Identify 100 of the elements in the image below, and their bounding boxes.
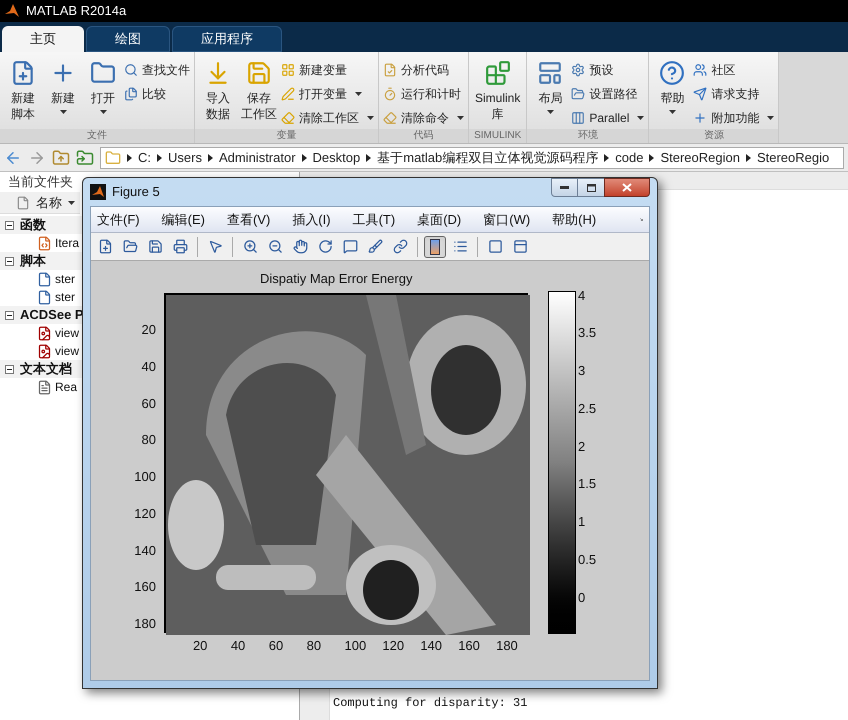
ribbon-small-button[interactable]: 请求支持 [693, 84, 774, 104]
tool-icon [122, 239, 138, 254]
ribbon-button[interactable]: 新建 脚本 [4, 60, 42, 122]
menu-item[interactable]: 窗口(W) [483, 210, 530, 230]
x-tick-label: 120 [382, 638, 404, 652]
separator-icon [208, 154, 213, 162]
path-segment[interactable]: Desktop [312, 148, 360, 168]
ribbon-small-icon [281, 111, 295, 125]
ribbon-small-button[interactable]: 清除命令 [383, 108, 464, 128]
caret-icon [637, 116, 644, 120]
ribbon-small-button[interactable]: 打开变量 [281, 84, 374, 104]
ribbon-small-button[interactable]: 查找文件 [124, 60, 190, 80]
ribbon-small-button[interactable]: 社区 [693, 60, 774, 80]
caret-icon [60, 110, 66, 114]
up-folder-icon[interactable] [52, 148, 70, 166]
menu-item[interactable]: 文件(F) [97, 210, 140, 230]
path-segment[interactable]: Administrator [218, 148, 296, 168]
ribbon-tab[interactable]: 绘图 [86, 26, 170, 52]
ribbon-small-button[interactable]: 分析代码 [383, 60, 464, 80]
panel-title: 当前文件夹 [8, 173, 73, 192]
menu-item[interactable]: 插入(I) [292, 210, 331, 230]
collapse-icon[interactable] [5, 256, 14, 266]
separator-icon [746, 154, 751, 162]
ribbon-small-icon [571, 87, 586, 101]
collapse-icon[interactable] [5, 364, 14, 374]
tool-icon [318, 239, 332, 254]
group-label: 变量 [276, 131, 296, 141]
ribbon-button[interactable]: 新建 [44, 60, 82, 114]
caret-icon [668, 110, 676, 114]
menu-item[interactable]: 桌面(D) [417, 210, 462, 230]
path-segment[interactable]: StereoRegion [660, 148, 740, 168]
path-segment[interactable]: 基于matlab编程双目立体视觉源码程序 [377, 148, 598, 168]
ribbon-small-icon [693, 111, 708, 125]
group-label: 文件 [87, 131, 107, 141]
file-icon [16, 196, 30, 210]
menu-item[interactable]: 查看(V) [226, 210, 270, 230]
ribbon-tab[interactable]: 应用程序 [172, 26, 282, 52]
file-name[interactable]: Itera [55, 234, 80, 252]
ribbon-small-button[interactable]: Parallel [571, 108, 644, 128]
ribbon-button[interactable]: Simulink 库 [473, 60, 522, 122]
file-type-icon [37, 236, 52, 250]
ribbon-small-icon [571, 111, 586, 125]
path-segment[interactable]: code [615, 148, 644, 168]
colorbar-tick-label: 2.5 [578, 402, 596, 415]
tool-icon [512, 239, 528, 254]
separator-icon [127, 154, 132, 162]
collapse-icon[interactable] [5, 220, 14, 230]
browse-folder-icon[interactable] [76, 148, 94, 166]
path-segment[interactable]: C: [138, 148, 151, 168]
ribbon-tab[interactable]: 主页 [2, 26, 84, 52]
close-button[interactable] [604, 178, 650, 197]
y-tick-label: 120 [134, 506, 156, 520]
ribbon-small-button[interactable]: 新建变量 [281, 60, 374, 80]
column-header[interactable]: 名称 [0, 192, 80, 214]
ribbon-small-button[interactable]: 清除工作区 [281, 108, 374, 128]
tool-icon [172, 239, 188, 254]
file-name[interactable]: view [55, 342, 80, 360]
minimize-icon [560, 186, 569, 189]
collapse-icon[interactable] [5, 310, 14, 320]
ribbon-small-icon [383, 111, 397, 125]
file-name[interactable]: view [55, 324, 80, 342]
menu-item[interactable]: 帮助(H) [552, 210, 596, 230]
menu-item[interactable]: 工具(T) [352, 210, 396, 230]
caret-icon [367, 116, 374, 120]
ribbon-button[interactable]: 布局 [531, 60, 570, 114]
menu-item[interactable]: 编辑(E) [162, 210, 205, 230]
ribbon-small-button[interactable]: 设置路径 [571, 84, 644, 104]
ribbon-button[interactable]: 保存 工作区 [239, 60, 279, 122]
file-name[interactable]: ster [55, 270, 76, 288]
separator-icon [157, 154, 162, 162]
file-name[interactable]: ster [55, 288, 76, 306]
colorbar-tick-label: 1 [578, 515, 586, 528]
window-title: Figure 5 [112, 183, 160, 202]
group-heading[interactable]: 文本文档 [20, 359, 72, 379]
ribbon-small-button[interactable]: 比较 [124, 84, 190, 104]
path-segment[interactable]: StereoRegio [756, 148, 830, 168]
group-heading[interactable]: 脚本 [20, 251, 46, 271]
x-tick-label: 20 [192, 638, 208, 652]
ribbon-small-button[interactable]: 附加功能 [693, 108, 774, 128]
separator-icon [649, 154, 654, 162]
ribbon-icon [90, 60, 116, 86]
file-name[interactable]: Rea [55, 378, 78, 396]
separator-icon [366, 154, 372, 162]
colorbar-tick-label: 4 [578, 288, 586, 302]
ribbon-small-button[interactable]: 运行和计时 [383, 84, 464, 104]
ribbon-button[interactable]: 导入 数据 [199, 60, 237, 122]
maximize-button[interactable] [578, 178, 604, 197]
minimize-button[interactable] [551, 178, 578, 197]
x-tick-label: 100 [344, 638, 366, 652]
address-bar[interactable]: C: Users Administrator Desktop 基于matlab编程双目立体视觉源码程序 code StereoRegion StereoRegio [100, 146, 844, 168]
group-heading[interactable]: 函数 [20, 215, 46, 235]
x-tick-label: 80 [306, 638, 322, 652]
colorbar-tick-label: 0.5 [578, 552, 596, 566]
toolbar-button[interactable] [424, 236, 446, 258]
tool-icon [242, 239, 258, 254]
ribbon-button[interactable]: 打开 [84, 60, 122, 114]
ribbon-button[interactable]: 帮助 [653, 60, 692, 114]
ribbon-small-button[interactable]: 预设 [571, 60, 644, 80]
y-tick-label: 160 [134, 580, 156, 594]
path-segment[interactable]: Users [168, 148, 202, 168]
